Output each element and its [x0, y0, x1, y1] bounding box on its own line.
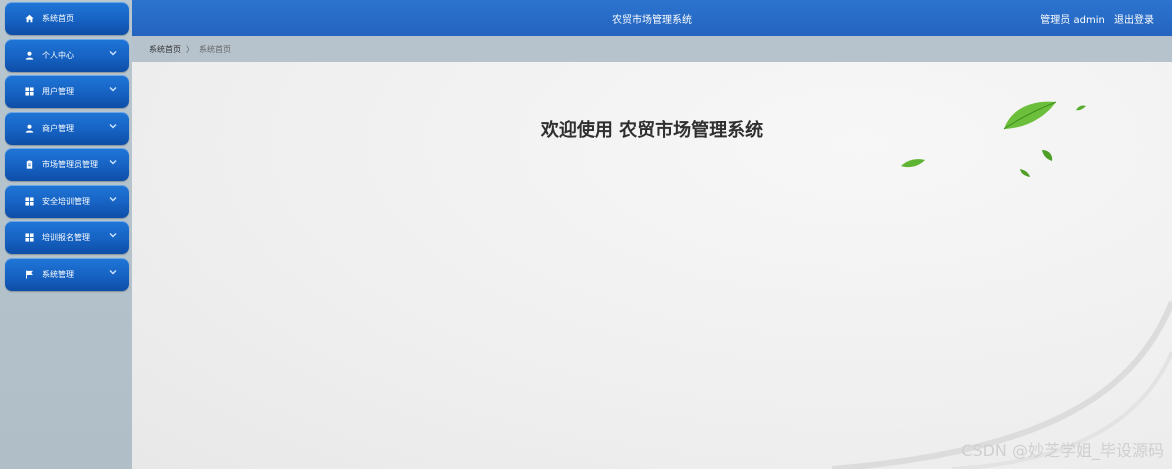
sidebar-item-users[interactable]: 用户管理 — [5, 75, 129, 108]
sidebar-item-merchants[interactable]: 商户管理 — [5, 111, 129, 145]
clipboard-icon — [23, 159, 35, 171]
leaf-icon — [901, 159, 925, 168]
user-area: 管理员 admin 退出登录 — [1034, 11, 1154, 26]
leaf-icon — [1042, 150, 1053, 161]
chevron-down-icon — [109, 268, 117, 276]
leaf-icon — [1003, 101, 1057, 130]
current-user-label: 管理员 admin — [1040, 15, 1105, 26]
breadcrumb-root[interactable]: 系统首页 — [149, 44, 181, 55]
chevron-down-icon — [109, 231, 117, 239]
sidebar-item-market-admins[interactable]: 市场管理员管理 — [5, 148, 129, 181]
sidebar-item-label: 个人中心 — [42, 50, 74, 60]
sidebar-item-safety-training[interactable]: 安全培训管理 — [5, 184, 129, 218]
sidebar-item-home[interactable]: 系统首页 — [5, 2, 129, 35]
grid-icon — [23, 195, 35, 207]
chevron-down-icon — [109, 158, 117, 166]
breadcrumb-separator: 〉 — [186, 44, 194, 54]
sidebar-item-label: 系统管理 — [42, 269, 74, 279]
chevron-down-icon — [109, 49, 117, 57]
sidebar-item-label: 商户管理 — [42, 123, 74, 133]
main-content: 欢迎使用 农贸市场管理系统 CSDN @妙芝学姐_毕设源码 — [132, 62, 1172, 469]
leaf-icon — [1076, 105, 1086, 111]
user-icon — [23, 49, 35, 61]
chevron-down-icon — [109, 85, 117, 93]
breadcrumb: 系统首页 〉 系统首页 — [132, 36, 1172, 62]
sidebar-item-label: 系统首页 — [42, 14, 74, 23]
leaf-icon — [1020, 169, 1030, 177]
sidebar-item-label: 培训报名管理 — [42, 233, 90, 242]
home-icon — [23, 13, 35, 25]
chevron-down-icon — [109, 195, 117, 203]
chevron-down-icon — [109, 122, 117, 130]
grid-icon — [23, 86, 35, 98]
breadcrumb-current: 系统首页 — [199, 44, 231, 54]
sidebar-item-label: 用户管理 — [42, 87, 74, 96]
sidebar-item-profile[interactable]: 个人中心 — [5, 38, 129, 72]
flag-icon — [23, 268, 35, 280]
top-header: 农贸市场管理系统 管理员 admin 退出登录 — [132, 0, 1172, 36]
logout-link[interactable]: 退出登录 — [1114, 15, 1154, 26]
sidebar-item-system[interactable]: 系统管理 — [5, 257, 129, 291]
sidebar-item-label: 市场管理员管理 — [42, 160, 98, 169]
sidebar-item-training-signup[interactable]: 培训报名管理 — [5, 221, 129, 254]
grid-icon — [23, 232, 35, 244]
watermark: CSDN @妙芝学姐_毕设源码 — [961, 441, 1164, 460]
app-window: 系统首页 个人中心 用户管理 商户管理 市场管理员管理 安全培训管理 培训报名管… — [0, 0, 1172, 469]
app-title: 农贸市场管理系统 — [612, 15, 692, 26]
sidebar: 系统首页 个人中心 用户管理 商户管理 市场管理员管理 安全培训管理 培训报名管… — [0, 0, 132, 469]
user-icon — [23, 122, 35, 134]
sidebar-item-label: 安全培训管理 — [42, 196, 90, 206]
